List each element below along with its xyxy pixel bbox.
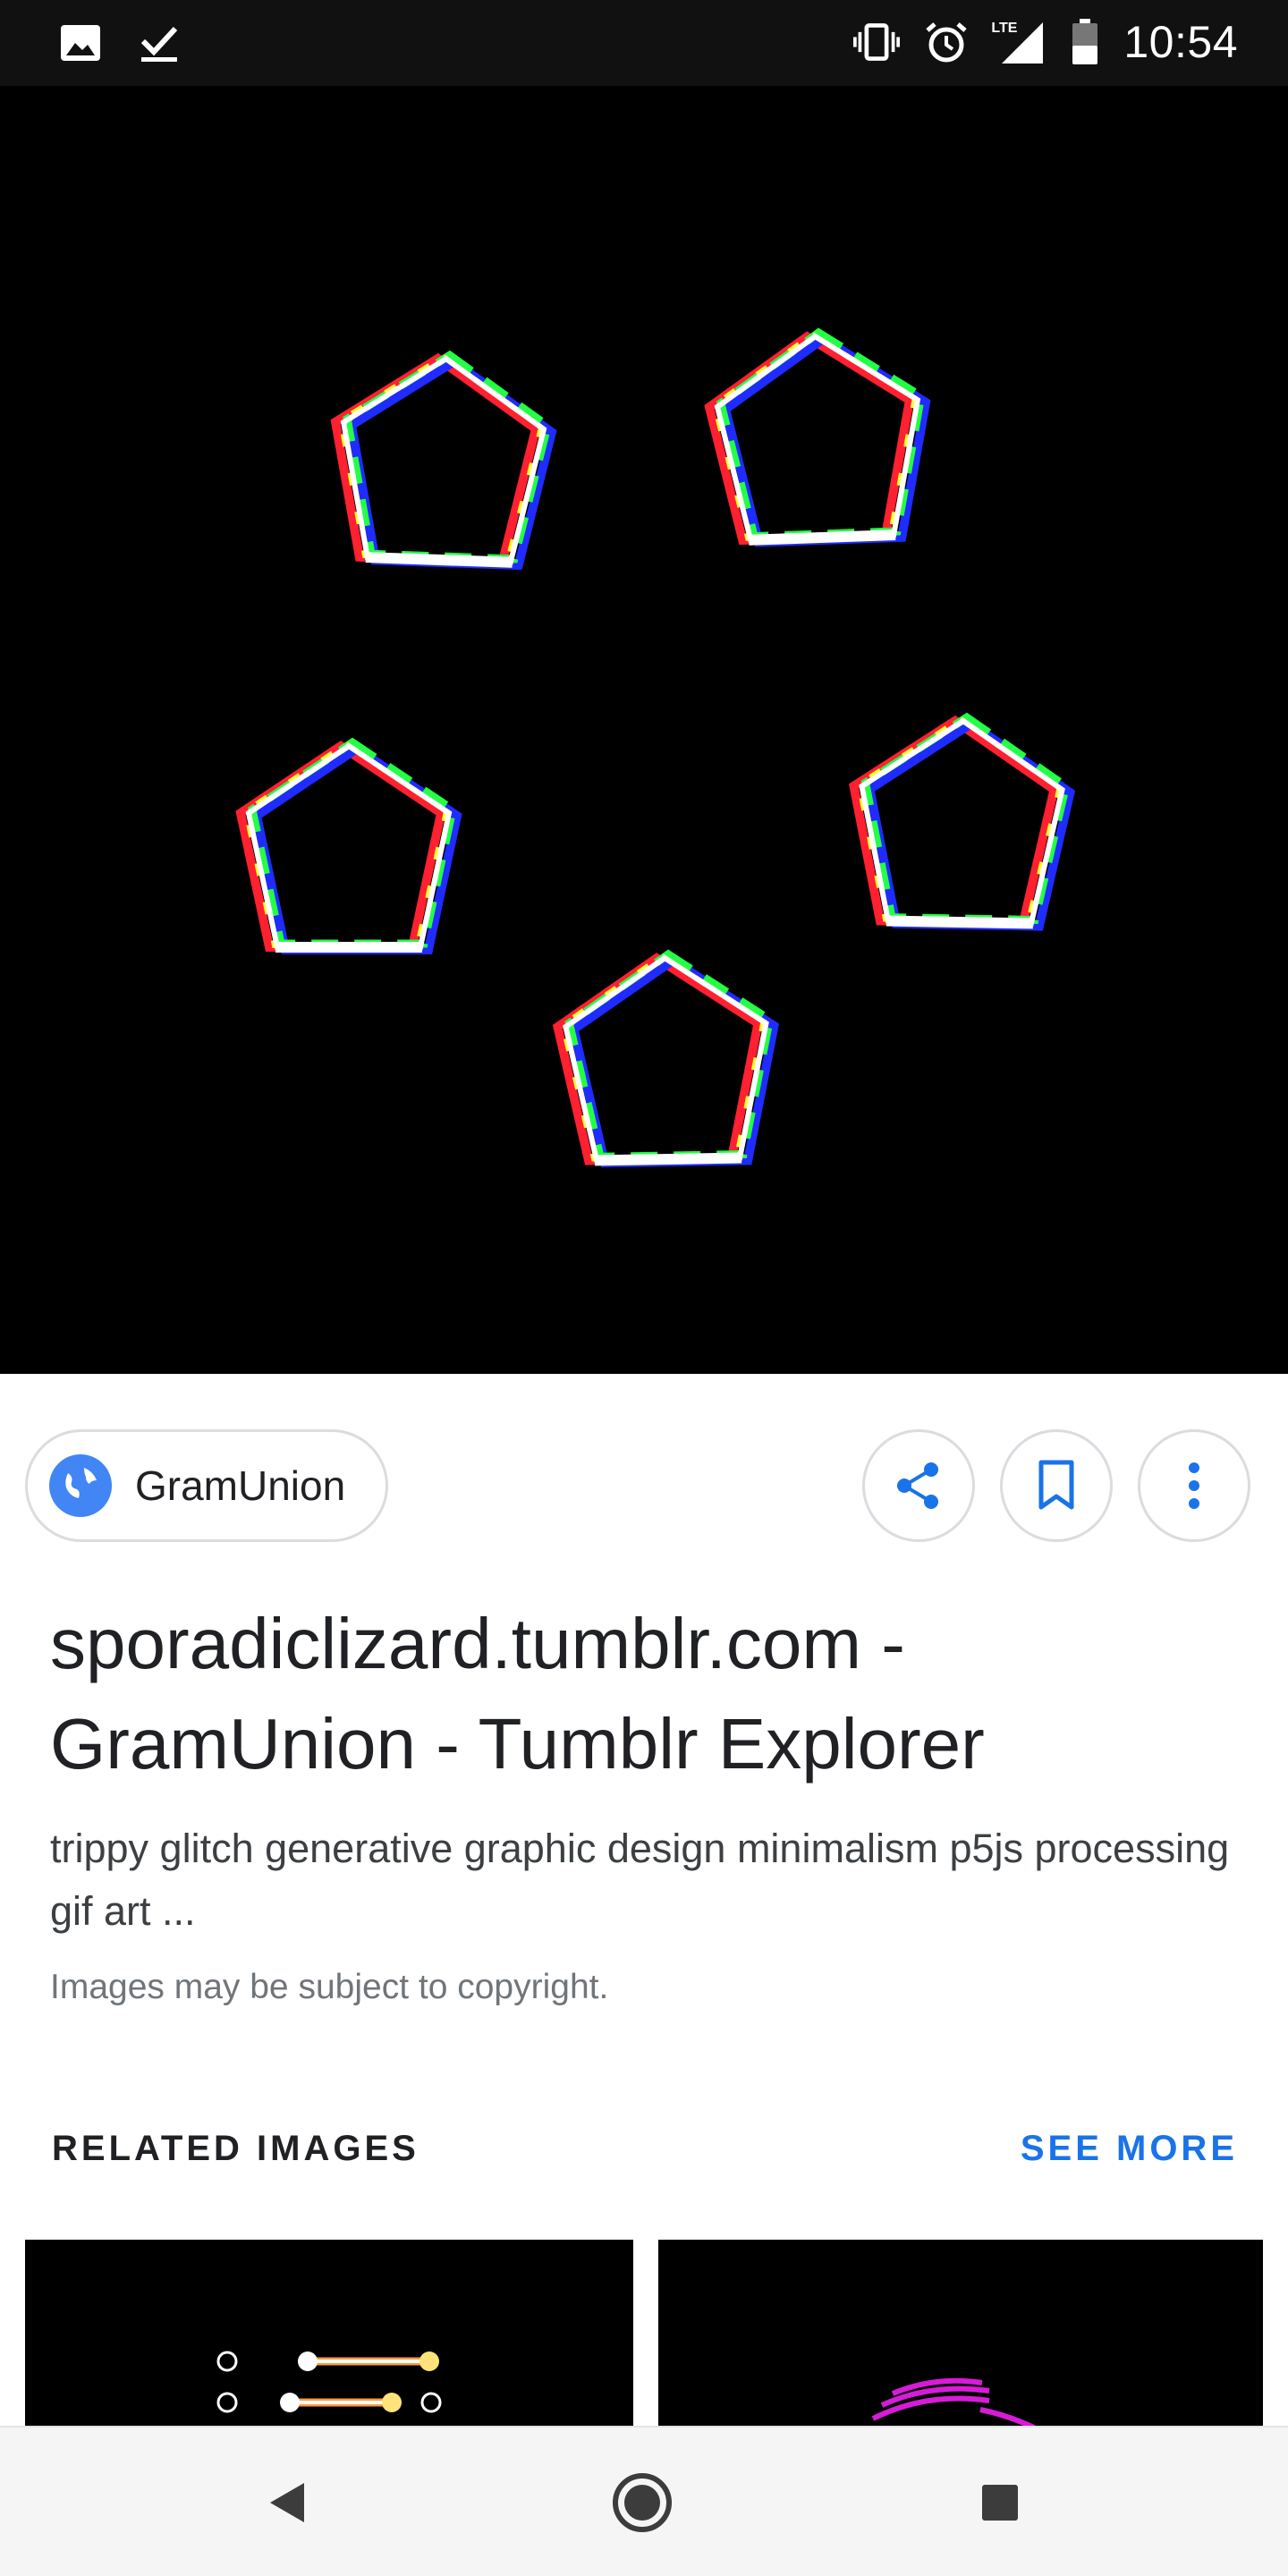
more-options-button[interactable]: [1138, 1429, 1250, 1542]
glitch-pentagons-image[interactable]: [0, 86, 1288, 1374]
more-vert-icon: [1189, 1462, 1199, 1509]
clock: 10:54: [1123, 17, 1238, 67]
result-title[interactable]: sporadiclizard.tumblr.com - GramUnion - …: [50, 1594, 1249, 1794]
back-icon: [270, 2483, 304, 2522]
source-chip[interactable]: GramUnion: [25, 1429, 388, 1542]
see-more-link[interactable]: SEE MORE: [1021, 2129, 1238, 2169]
save-button[interactable]: [1000, 1429, 1113, 1542]
copyright-notice: Images may be subject to copyright.: [50, 1968, 609, 2006]
result-description: trippy glitch generative graphic design …: [50, 1826, 1230, 1934]
related-image-thumbnail[interactable]: [25, 2240, 633, 2428]
check-icon: [136, 20, 182, 66]
recents-icon: [982, 2485, 1018, 2521]
lte-signal-icon: LTE: [991, 19, 1046, 65]
related-image-art: [871, 2377, 1036, 2428]
related-image-art: [216, 2351, 442, 2413]
status-bar: LTE 10:54: [0, 0, 1288, 86]
globe-icon: [49, 1454, 112, 1517]
bookmark-icon: [1038, 1460, 1074, 1510]
share-button[interactable]: [862, 1429, 975, 1542]
home-icon: [613, 2473, 672, 2532]
recents-button[interactable]: [964, 2467, 1036, 2538]
network-label: LTE: [991, 21, 1018, 36]
battery-icon: [1070, 19, 1100, 65]
image-icon: [57, 20, 104, 66]
source-name: GramUnion: [135, 1462, 346, 1509]
related-images-heading: RELATED IMAGES: [52, 2129, 419, 2168]
vibrate-icon: [853, 19, 901, 65]
alarm-icon: [923, 19, 970, 65]
related-image-thumbnail[interactable]: [658, 2240, 1263, 2428]
back-button[interactable]: [250, 2467, 322, 2538]
navigation-bar: [0, 2426, 1288, 2576]
hero-artwork: [0, 86, 1288, 1374]
home-button[interactable]: [606, 2467, 678, 2538]
share-icon: [897, 1462, 938, 1509]
